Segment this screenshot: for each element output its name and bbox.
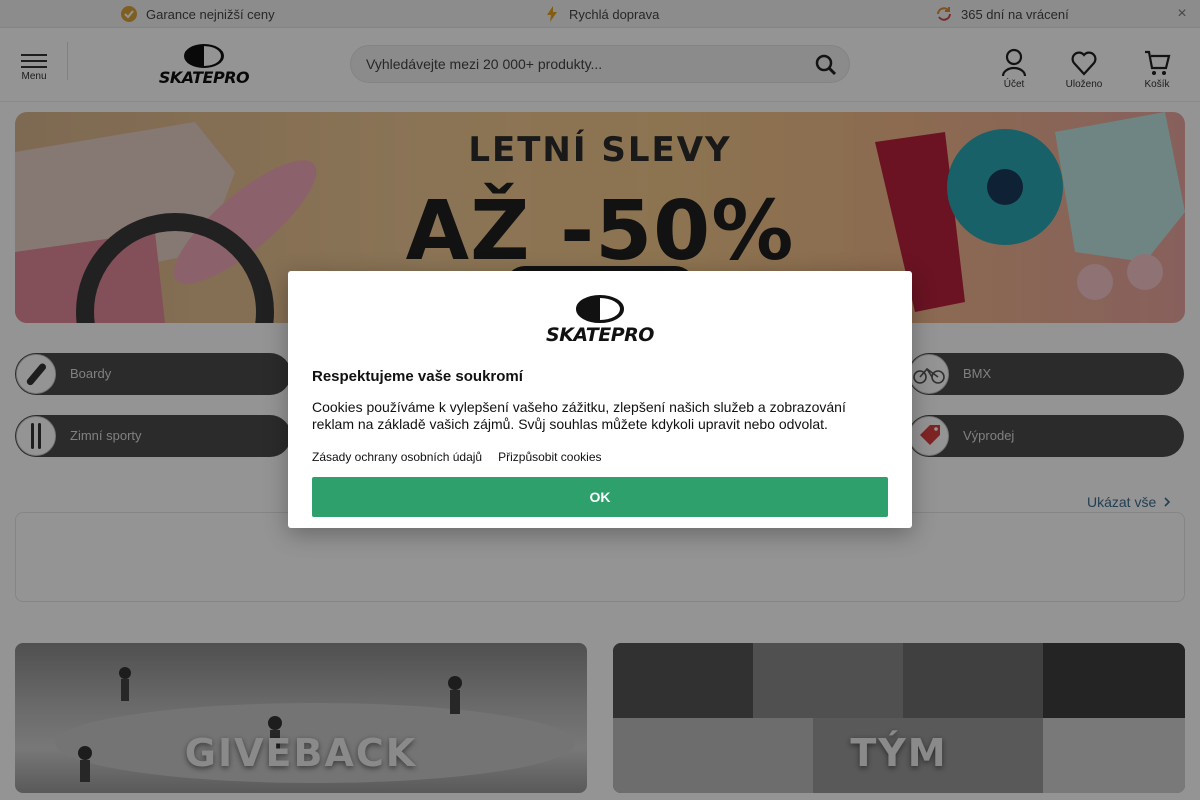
cookie-consent-dialog: SKATEPRO Respektujeme vaše soukromí Cook…	[288, 271, 912, 528]
cookie-dialog-title: Respektujeme vaše soukromí	[312, 368, 523, 385]
privacy-policy-link[interactable]: Zásady ochrany osobních údajů	[312, 450, 482, 464]
customize-cookies-link[interactable]: Přizpůsobit cookies	[498, 450, 601, 464]
cookie-links: Zásady ochrany osobních údajů Přizpůsobi…	[312, 450, 602, 464]
svg-text:SKATEPRO: SKATEPRO	[546, 324, 654, 345]
skatepro-logo: SKATEPRO	[544, 295, 656, 346]
accept-cookies-button[interactable]: OK	[312, 477, 888, 517]
cookie-dialog-text: Cookies používáme k vylepšení vašeho záž…	[312, 399, 846, 432]
